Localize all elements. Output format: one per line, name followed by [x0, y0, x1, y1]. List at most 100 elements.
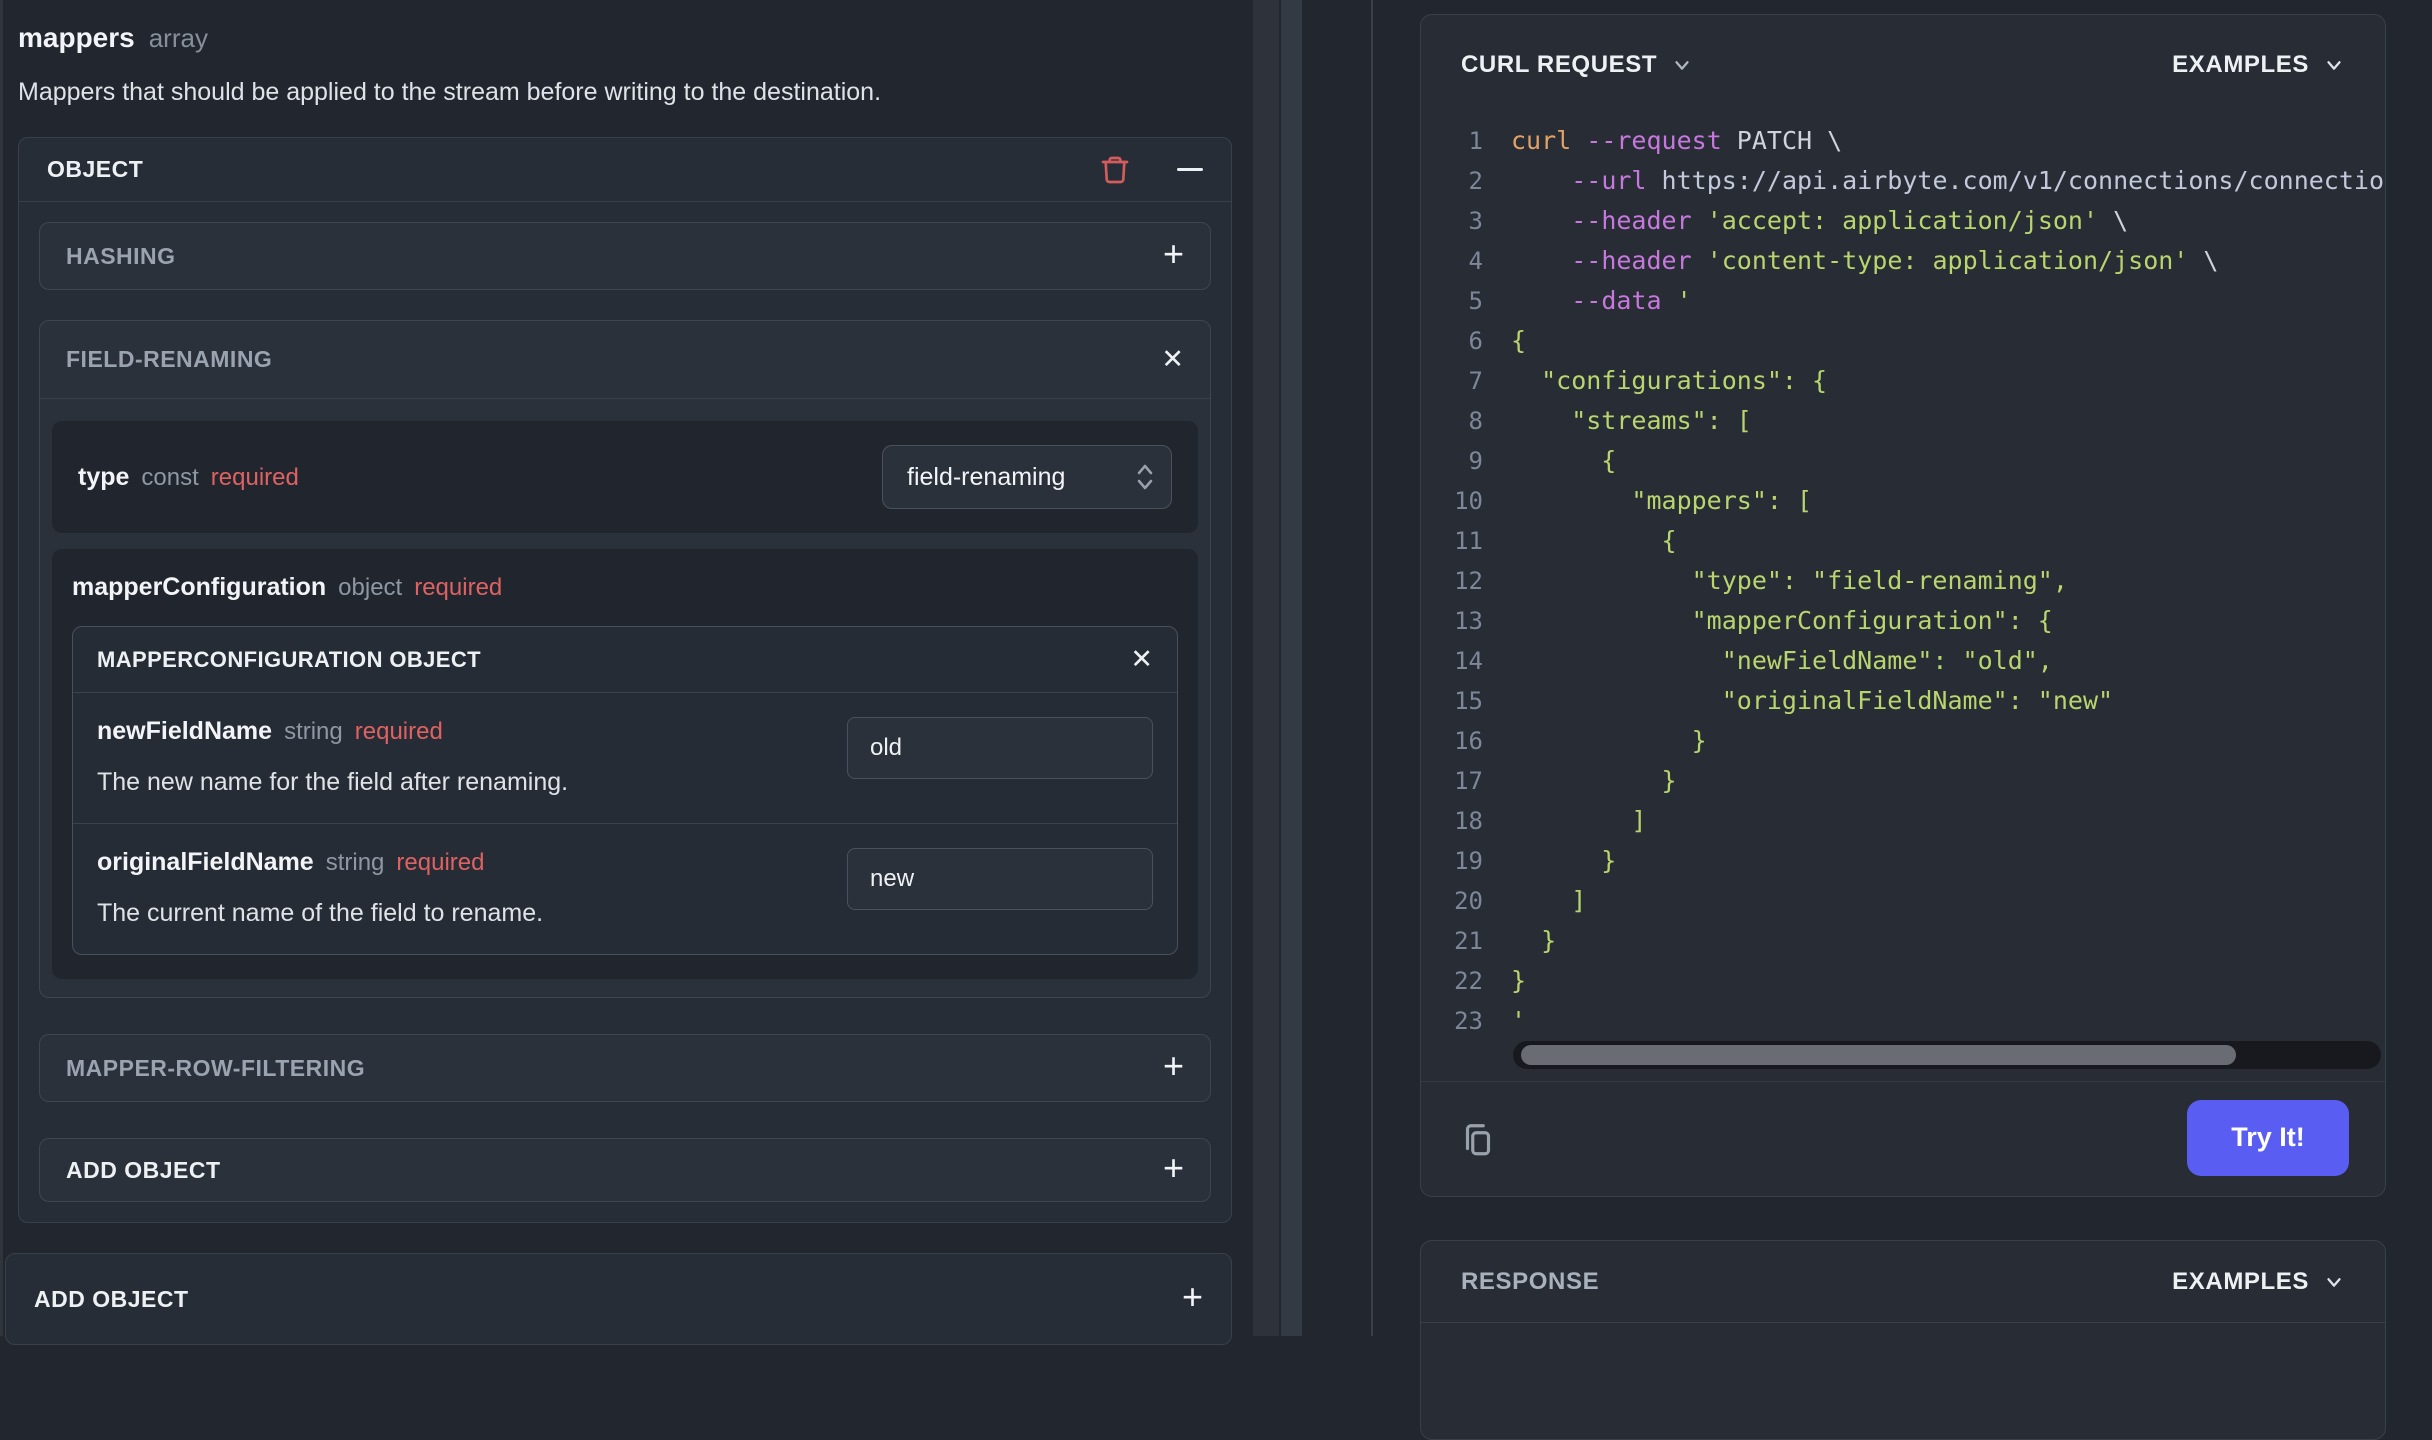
required-badge: required	[210, 463, 299, 491]
code-text: "newFieldName": "old",	[1511, 646, 2053, 675]
expand-plus-icon[interactable]: +	[1163, 236, 1184, 272]
code-text: curl --request PATCH \	[1511, 126, 1843, 155]
line-number: 17	[1454, 767, 1483, 795]
code-line: 2 --url https://api.airbyte.com/v1/conne…	[1437, 161, 2385, 201]
code-line: 10 "mappers": [	[1437, 481, 2385, 521]
field-name: mappers	[18, 22, 135, 53]
field-renaming-header[interactable]: FIELD-RENAMING ✕	[40, 321, 1210, 399]
code-text: }	[1511, 966, 1527, 995]
code-text: {	[1511, 526, 1677, 555]
request-column: CURL REQUEST EXAMPLES 1 curl --request PA…	[1373, 0, 2432, 1440]
hashing-section-row[interactable]: HASHING +	[39, 222, 1211, 290]
curl-request-panel: CURL REQUEST EXAMPLES 1 curl --request PA…	[1420, 14, 2386, 1197]
add-object-label: ADD OBJECT	[34, 1285, 189, 1312]
object-card-body: HASHING + FIELD-RENAMING ✕ type const requ…	[19, 202, 1231, 1222]
collapse-minus-icon[interactable]	[1177, 168, 1203, 171]
code-line: 17 }	[1437, 761, 2385, 801]
examples-dropdown[interactable]: EXAMPLES	[2172, 51, 2345, 79]
property-description: The new name for the field after renamin…	[97, 768, 569, 796]
chevron-down-icon	[2327, 61, 2341, 70]
original-field-name-input[interactable]	[847, 848, 1153, 910]
code-line: 11 {	[1437, 521, 2385, 561]
type-property-label: type const required	[78, 463, 299, 492]
mapper-row-filtering-title: MAPPER-ROW-FILTERING	[66, 1054, 366, 1081]
code-line: 12 "type": "field-renaming",	[1437, 561, 2385, 601]
hashing-section-title: HASHING	[66, 242, 176, 269]
try-it-button[interactable]: Try It!	[2187, 1099, 2349, 1176]
code-text: "configurations": {	[1511, 366, 1828, 395]
object-card-header: OBJECT	[19, 138, 1231, 202]
code-line: 19 }	[1437, 841, 2385, 881]
line-number: 14	[1454, 647, 1483, 675]
mapper-row-filtering-section-row[interactable]: MAPPER-ROW-FILTERING +	[39, 1034, 1211, 1102]
field-type-badge: array	[148, 23, 208, 53]
curl-request-title: CURL REQUEST	[1461, 51, 1658, 78]
new-field-name-row: newFieldName string required The new name …	[73, 693, 1177, 823]
line-number: 12	[1454, 567, 1483, 595]
left-scrollbar-thumb[interactable]	[1281, 0, 1302, 1336]
left-scrollbar-track[interactable]	[1253, 0, 1279, 1336]
code-text: "type": "field-renaming",	[1511, 566, 2068, 595]
property-info: originalFieldName string required The curr…	[97, 848, 847, 928]
scrollbar-track[interactable]	[1513, 1041, 2381, 1069]
code-line: 14 "newFieldName": "old",	[1437, 641, 2385, 681]
property-name: type	[78, 462, 130, 491]
line-number: 20	[1454, 887, 1483, 915]
line-number: 9	[1468, 447, 1483, 475]
chevron-down-icon	[1675, 61, 1689, 70]
line-number: 3	[1468, 207, 1483, 235]
response-header: RESPONSE EXAMPLES	[1421, 1241, 2385, 1323]
line-number: 7	[1468, 367, 1483, 395]
code-text: "mapperConfiguration": {	[1511, 606, 2053, 635]
line-number: 15	[1454, 687, 1483, 715]
required-badge: required	[354, 718, 443, 745]
line-number: 22	[1454, 967, 1483, 995]
code-block[interactable]: 1 curl --request PATCH \ 2 --url https://a…	[1421, 115, 2385, 1039]
mapper-configuration-section: mapperConfiguration object required MAPPER…	[52, 549, 1198, 979]
field-renaming-section: FIELD-RENAMING ✕ type const required field…	[39, 320, 1211, 998]
code-text: --header 'accept: application/json' \	[1571, 206, 2129, 235]
required-badge: required	[414, 574, 503, 601]
line-number: 19	[1454, 847, 1483, 875]
code-line: 22}	[1437, 961, 2385, 1001]
line-number: 21	[1454, 927, 1483, 955]
line-number: 5	[1468, 287, 1483, 315]
curl-request-header: CURL REQUEST EXAMPLES	[1421, 15, 2385, 115]
field-renaming-title: FIELD-RENAMING	[66, 346, 273, 372]
close-icon[interactable]: ✕	[1161, 346, 1184, 373]
code-text: }	[1511, 926, 1557, 955]
curl-request-dropdown[interactable]: CURL REQUEST	[1461, 51, 1693, 79]
code-horizontal-scrollbar	[1421, 1041, 2385, 1081]
code-text: }	[1511, 846, 1617, 875]
response-panel: RESPONSE EXAMPLES	[1420, 1240, 2386, 1440]
line-number: 11	[1454, 527, 1483, 555]
trash-icon[interactable]	[1099, 152, 1131, 188]
chevron-up-down-icon	[1137, 464, 1153, 490]
add-plus-icon[interactable]: +	[1163, 1150, 1184, 1186]
close-icon[interactable]: ✕	[1130, 646, 1153, 673]
code-line: 20 ]	[1437, 881, 2385, 921]
code-line: 9 {	[1437, 441, 2385, 481]
mapper-configuration-object-header: MAPPERCONFIGURATION OBJECT ✕	[73, 627, 1177, 693]
add-object-bottom-row[interactable]: ADD OBJECT +	[5, 1253, 1232, 1345]
type-select[interactable]: field-renaming	[882, 445, 1172, 509]
code-text: "originalFieldName": "new"	[1511, 686, 2114, 715]
examples-dropdown[interactable]: EXAMPLES	[2172, 1268, 2345, 1296]
examples-label: EXAMPLES	[2172, 1267, 2309, 1295]
scrollbar-thumb[interactable]	[1521, 1045, 2236, 1065]
code-line: 23 '	[1437, 1001, 2385, 1039]
line-number: 6	[1468, 327, 1483, 355]
code-line: 5 --data '	[1437, 281, 2385, 321]
code-line: 21 }	[1437, 921, 2385, 961]
add-plus-icon[interactable]: +	[1182, 1279, 1203, 1315]
response-title: RESPONSE	[1461, 1267, 1600, 1295]
copy-icon[interactable]	[1457, 1115, 1499, 1161]
property-name: newFieldName	[97, 717, 273, 745]
new-field-name-input[interactable]	[847, 717, 1153, 779]
code-text: }	[1511, 726, 1707, 755]
expand-plus-icon[interactable]: +	[1163, 1048, 1184, 1084]
code-line: 1 curl --request PATCH \	[1437, 121, 2385, 161]
add-object-row[interactable]: ADD OBJECT +	[39, 1138, 1211, 1202]
property-kind: object	[338, 574, 403, 601]
line-number: 13	[1454, 607, 1483, 635]
